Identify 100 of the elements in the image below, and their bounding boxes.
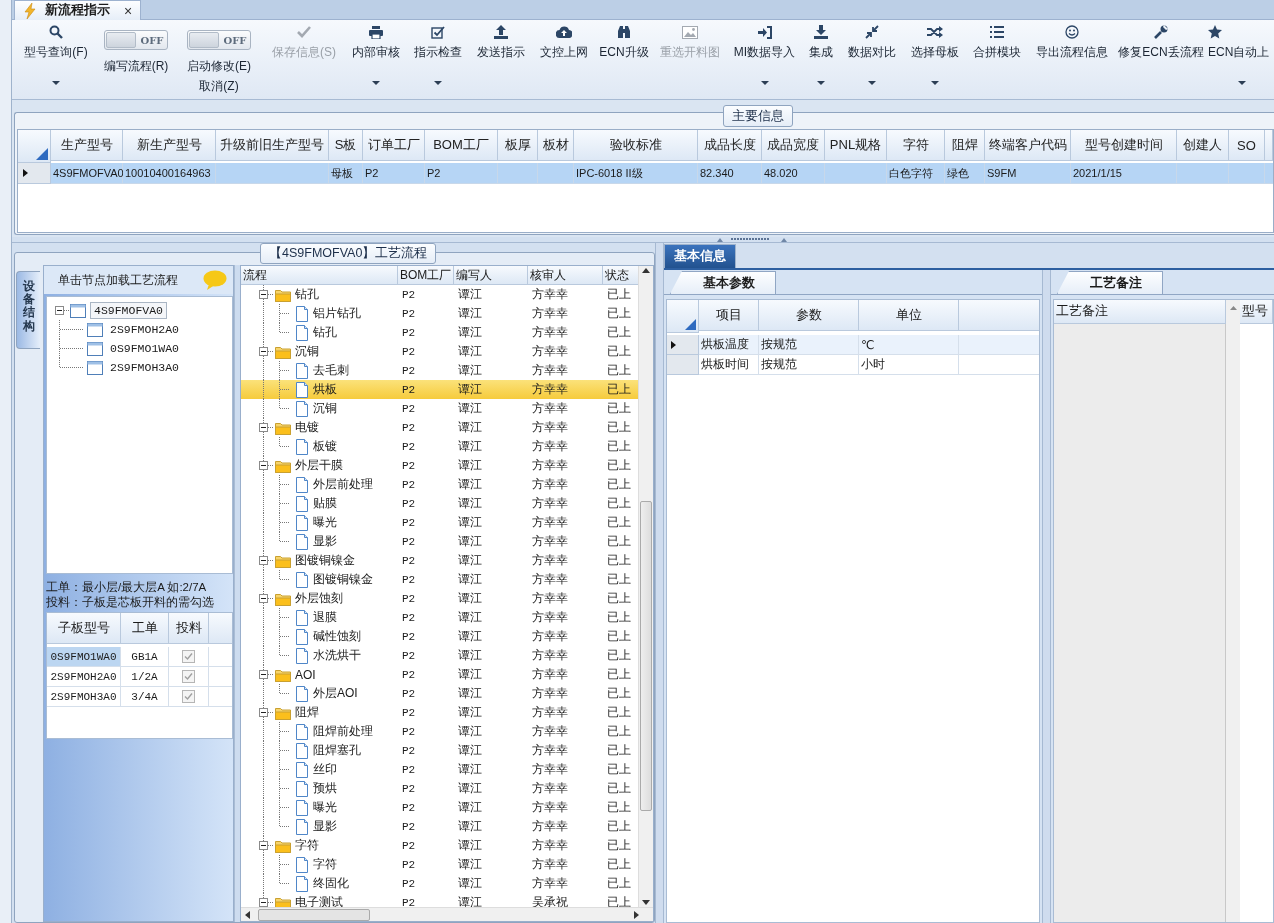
table-row[interactable]: 预烘 P2 谭江 方幸幸 已上 [241, 779, 638, 798]
table-row[interactable]: 钻孔 P2 谭江 方幸幸 已上 [241, 323, 638, 342]
collapse-icon[interactable] [259, 670, 268, 679]
table-row[interactable]: 图镀铜镍金 P2 谭江 方幸幸 已上 [241, 570, 638, 589]
collapse-icon[interactable] [259, 556, 268, 565]
toolbar-button[interactable]: 合拼模块 [966, 20, 1028, 99]
scroll-down-icon[interactable] [642, 900, 650, 905]
toolbar-button[interactable]: 集成 [802, 20, 840, 99]
table-row[interactable]: AOI P2 谭江 方幸幸 已上 [241, 665, 638, 684]
column-header[interactable]: 核审人 [528, 266, 603, 284]
column-header[interactable]: PNL规格 [825, 130, 887, 161]
cancel-button[interactable]: 取消(Z) [199, 78, 239, 95]
table-row[interactable]: 贴膜 P2 谭江 方幸幸 已上 [241, 494, 638, 513]
table-row[interactable]: 烘板 P2 谭江 方幸幸 已上 [241, 380, 638, 399]
scroll-left-icon[interactable] [245, 910, 250, 919]
column-header[interactable]: 新生产型号 [123, 130, 216, 161]
table-row[interactable]: 电镀 P2 谭江 方幸幸 已上 [241, 418, 638, 437]
toolbar-button[interactable]: MI数据导入 [727, 20, 802, 99]
column-header[interactable]: 工单 [121, 613, 169, 644]
table-row[interactable]: 丝印 P2 谭江 方幸幸 已上 [241, 760, 638, 779]
table-row[interactable]: 外层干膜 P2 谭江 方幸幸 已上 [241, 456, 638, 475]
table-row[interactable]: 板镀 P2 谭江 方幸幸 已上 [241, 437, 638, 456]
table-row[interactable]: 退膜 P2 谭江 方幸幸 已上 [241, 608, 638, 627]
splitter-grip-icon[interactable] [717, 237, 787, 242]
column-header[interactable]: 板厚 [498, 130, 538, 161]
column-header[interactable]: 创建人 [1177, 130, 1229, 161]
table-row[interactable]: 曝光 P2 谭江 方幸幸 已上 [241, 513, 638, 532]
column-header[interactable]: 参数 [759, 300, 859, 331]
tab[interactable]: 基本信息 [664, 244, 736, 268]
collapse-icon[interactable] [259, 423, 268, 432]
table-row[interactable]: 外层AOI P2 谭江 方幸幸 已上 [241, 684, 638, 703]
tree-node[interactable]: 2S9FMOH3A0 [107, 360, 182, 375]
column-header[interactable]: 订单工厂 [363, 130, 425, 161]
table-row[interactable]: 水洗烘干 P2 谭江 方幸幸 已上 [241, 646, 638, 665]
column-header[interactable]: 字符 [887, 130, 945, 161]
toolbar-button[interactable]: ECN自动上 [1206, 20, 1274, 99]
table-row[interactable]: 终固化 P2 谭江 方幸幸 已上 [241, 874, 638, 893]
toolbar-button[interactable]: 文控上网 [532, 20, 596, 99]
column-header[interactable]: 型号 [1240, 300, 1273, 324]
toggle-switch[interactable]: OFF [104, 30, 168, 50]
table-row[interactable]: 外层前处理 P2 谭江 方幸幸 已上 [241, 475, 638, 494]
collapse-icon[interactable] [259, 461, 268, 470]
toggle-switch[interactable]: OFF [187, 30, 251, 50]
table-row[interactable]: 显影 P2 谭江 方幸幸 已上 [241, 532, 638, 551]
column-header[interactable]: 工艺备注 [1054, 300, 1226, 324]
scroll-up-icon[interactable] [642, 268, 650, 273]
checkbox[interactable] [182, 670, 195, 683]
toolbar-button[interactable]: 修复ECN丢流程 [1116, 20, 1206, 99]
side-tab[interactable]: 设备结构 [16, 271, 40, 349]
toolbar-button[interactable]: 选择母板 [903, 20, 966, 99]
toolbar-button[interactable]: 导出流程信息 [1028, 20, 1116, 99]
table-row[interactable]: 沉铜 P2 谭江 方幸幸 已上 [241, 342, 638, 361]
column-header[interactable]: 编写人 [454, 266, 528, 284]
table-row[interactable]: 阻焊塞孔 P2 谭江 方幸幸 已上 [241, 741, 638, 760]
column-header[interactable]: BOM工厂 [425, 130, 498, 161]
collapse-icon[interactable] [259, 841, 268, 850]
column-header[interactable]: 升级前旧生产型号 [216, 130, 329, 161]
column-header[interactable]: 生产型号 [51, 130, 123, 161]
column-header[interactable]: 板材 [538, 130, 574, 161]
toolbar-button[interactable]: 内部审核 [344, 20, 407, 99]
column-header[interactable]: 成品长度 [698, 130, 762, 161]
table-row[interactable]: 图镀铜镍金 P2 谭江 方幸幸 已上 [241, 551, 638, 570]
sub-tab[interactable]: 基本参数 [670, 271, 776, 294]
collapse-icon[interactable] [55, 306, 64, 315]
column-header[interactable]: 验收标准 [574, 130, 698, 161]
column-header[interactable]: BOM工厂 [398, 266, 454, 284]
collapse-icon[interactable] [259, 898, 268, 907]
table-row[interactable]: 曝光 P2 谭江 方幸幸 已上 [241, 798, 638, 817]
table-row[interactable]: 字符 P2 谭江 方幸幸 已上 [241, 855, 638, 874]
collapse-icon[interactable] [259, 708, 268, 717]
column-header[interactable]: 阻焊 [945, 130, 985, 161]
collapse-icon[interactable] [259, 594, 268, 603]
vertical-scrollbar[interactable] [638, 266, 653, 907]
toolbar-button[interactable]: ECN升级 [596, 20, 652, 99]
column-header[interactable]: 项目 [699, 300, 759, 331]
table-row[interactable]: 钻孔 P2 谭江 方幸幸 已上 [241, 285, 638, 304]
collapse-icon[interactable] [259, 347, 268, 356]
toolbar-button[interactable]: 指示检查 [407, 20, 469, 99]
table-row[interactable]: 阻焊 P2 谭江 方幸幸 已上 [241, 703, 638, 722]
checkbox[interactable] [182, 690, 195, 703]
vertical-scrollbar[interactable] [1226, 300, 1240, 922]
tree-node[interactable]: 0S9FMO1WA0 [107, 341, 182, 356]
table-row[interactable]: 阻焊前处理 P2 谭江 方幸幸 已上 [241, 722, 638, 741]
tree-node[interactable]: 4S9FMOFVA0 [90, 302, 167, 319]
column-header[interactable]: S板 [329, 130, 363, 161]
table-row[interactable]: 去毛刺 P2 谭江 方幸幸 已上 [241, 361, 638, 380]
tree-node[interactable]: 2S9FMOH2A0 [107, 322, 182, 337]
document-tab[interactable]: 新流程指示 × [14, 0, 142, 20]
close-tab-button[interactable]: × [124, 3, 133, 18]
column-header[interactable]: 投料 [169, 613, 209, 644]
table-row[interactable]: 碱性蚀刻 P2 谭江 方幸幸 已上 [241, 627, 638, 646]
column-header[interactable]: 子板型号 [47, 613, 121, 644]
table-row[interactable]: 显影 P2 谭江 方幸幸 已上 [241, 817, 638, 836]
column-header[interactable]: 流程 [241, 266, 398, 284]
column-header[interactable]: SO [1229, 130, 1265, 161]
column-header[interactable]: 成品宽度 [762, 130, 825, 161]
toolbar-button[interactable]: 发送指示 [469, 20, 532, 99]
column-header[interactable]: 型号创建时间 [1071, 130, 1177, 161]
toolbar-button[interactable]: 数据对比 [840, 20, 903, 99]
horizontal-scrollbar[interactable] [241, 907, 653, 921]
